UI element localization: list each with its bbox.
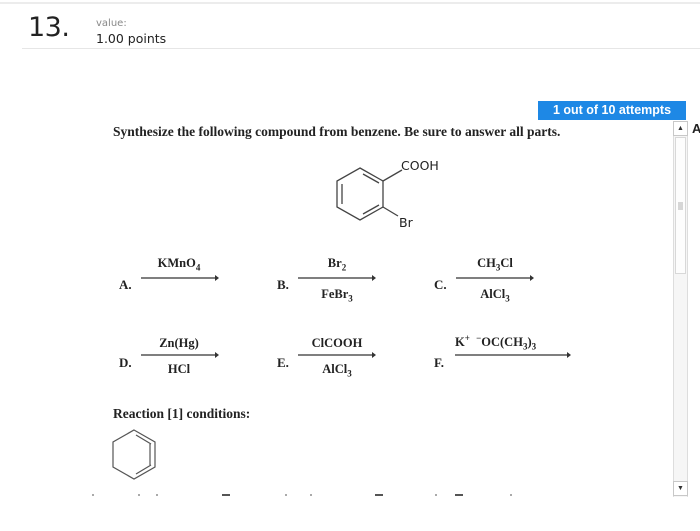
value-label: value: — [96, 18, 127, 29]
reagent-a-above: KMnO4 — [157, 256, 201, 273]
br-bond — [382, 206, 399, 217]
reagent-e-below: AlCl3 — [322, 362, 352, 379]
reagent-f-arrow — [455, 352, 571, 358]
question-prompt: Synthesize the following compound from b… — [113, 124, 561, 139]
br-label: Br — [399, 215, 414, 230]
reagent-e-above: ClCOOH — [311, 336, 363, 350]
scroll-down-button[interactable]: ▼ — [673, 481, 688, 496]
question-points: 1.00 points — [96, 31, 167, 46]
conditions-title: Reaction [1] conditions: — [113, 406, 251, 421]
reagent-e-arrow — [298, 352, 376, 358]
scrollbar-grip-icon — [678, 202, 683, 210]
reagent-b-arrow — [298, 275, 376, 281]
reagent-f-letter: F. — [434, 355, 444, 370]
cooh-label: COOH — [401, 158, 439, 173]
arrow-down-icon: ▼ — [677, 485, 684, 492]
top-divider — [0, 2, 700, 4]
reagent-d-letter: D. — [119, 355, 132, 370]
question-number: 13. — [28, 12, 70, 43]
reagent-a-arrow — [141, 275, 219, 281]
reagent-f-above: K+ −OC(CH3)3 — [455, 333, 537, 352]
benzene-ring — [336, 167, 403, 221]
reagent-b-letter: B. — [277, 277, 289, 292]
cut-off-label: A — [692, 121, 700, 136]
reagent-d-arrow — [141, 352, 219, 358]
reagent-c-letter: C. — [434, 277, 447, 292]
reagent-b-above: Br2 — [327, 256, 347, 273]
reagent-c-arrow — [456, 275, 534, 281]
reagent-e-letter: E. — [277, 355, 289, 370]
reagent-b-below: FeBr3 — [321, 287, 353, 304]
attempts-badge: 1 out of 10 attempts — [538, 101, 686, 120]
benzene-starting-material — [112, 429, 156, 480]
target-molecule: COOH Br — [336, 158, 439, 230]
reagent-d-below: HCl — [167, 362, 191, 376]
reagent-d-above: Zn(Hg) — [159, 336, 199, 350]
reagent-a-letter: A. — [119, 277, 132, 292]
arrow-up-icon: ▲ — [677, 125, 684, 132]
reagent-c-below: AlCl3 — [480, 287, 510, 304]
header-divider — [22, 48, 700, 49]
scroll-up-button[interactable]: ▲ — [673, 121, 688, 136]
reagent-c-above: CH3Cl — [477, 256, 513, 273]
cooh-bond — [382, 169, 403, 182]
